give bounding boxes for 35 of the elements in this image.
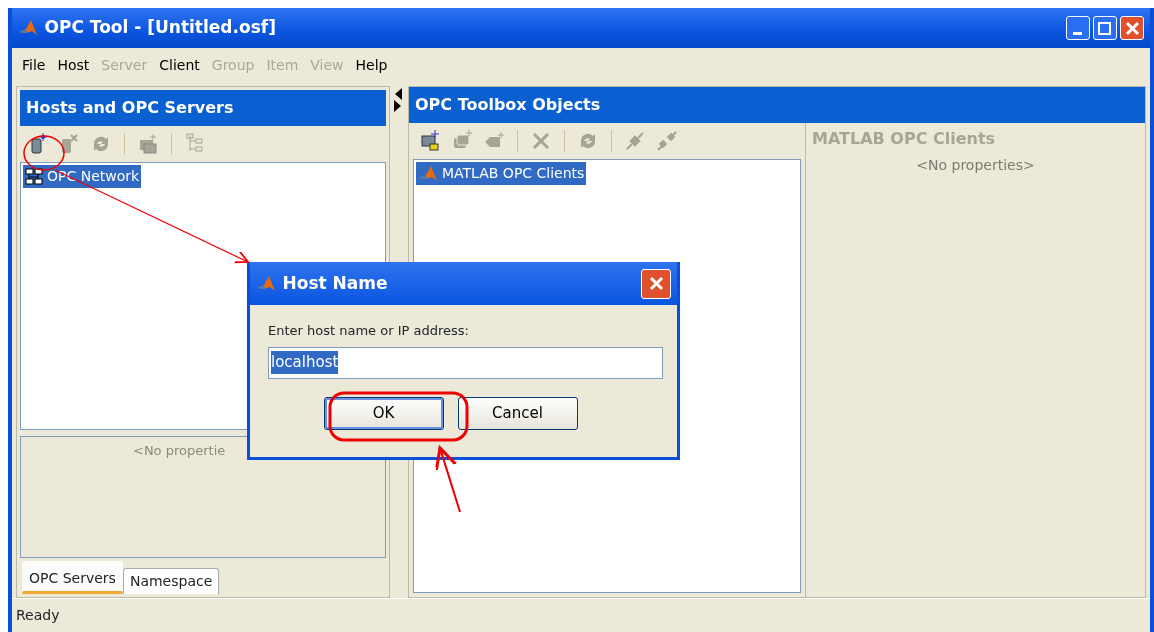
delete-icon xyxy=(530,130,552,152)
minimize-icon xyxy=(1073,31,1082,35)
close-button[interactable] xyxy=(1120,16,1144,40)
plug-icon xyxy=(624,130,646,152)
panel-title: Hosts and OPC Servers xyxy=(20,90,386,126)
unplug-icon xyxy=(656,130,678,152)
tab[interactable]: OPC Servers xyxy=(22,561,123,594)
maximize-button[interactable] xyxy=(1092,16,1117,40)
dialog-title: Host Name xyxy=(282,271,389,295)
computer-sparkle-icon xyxy=(137,133,159,155)
status-text: Ready xyxy=(16,606,60,625)
network-icon xyxy=(25,167,43,186)
menu-item[interactable]: Help xyxy=(349,52,394,78)
computer-sparkle-icon xyxy=(419,130,441,152)
prompt-label: Enter host name or IP address: xyxy=(268,322,470,340)
peak-logo-icon xyxy=(18,18,38,38)
properties-title: MATLAB OPC Clients xyxy=(812,128,997,150)
properties-text: <No properties> xyxy=(915,156,1036,175)
menu-item[interactable]: Host xyxy=(51,52,96,78)
close-button[interactable] xyxy=(641,268,671,299)
minimize-button[interactable] xyxy=(1065,16,1090,40)
menu-item[interactable]: Client xyxy=(153,52,206,78)
tab[interactable]: Namespace xyxy=(122,568,220,594)
annotation-arrow xyxy=(434,446,461,513)
annotation-circle xyxy=(23,135,65,171)
input-field[interactable]: localhost xyxy=(268,346,663,379)
window-title: OPC Tool - [Untitled.osf] xyxy=(44,16,277,40)
dialog-button[interactable]: OK xyxy=(323,396,444,430)
splitter-arrows-icon xyxy=(394,88,402,112)
properties-text: <No propertie xyxy=(133,442,226,460)
dialog-button[interactable]: Cancel xyxy=(457,396,578,430)
panel-title: OPC Toolbox Objects xyxy=(409,87,1145,123)
menu-item[interactable]: File xyxy=(16,52,52,78)
tree-item[interactable]: MATLAB OPC Clients xyxy=(416,162,587,185)
tree-icon xyxy=(184,133,206,155)
